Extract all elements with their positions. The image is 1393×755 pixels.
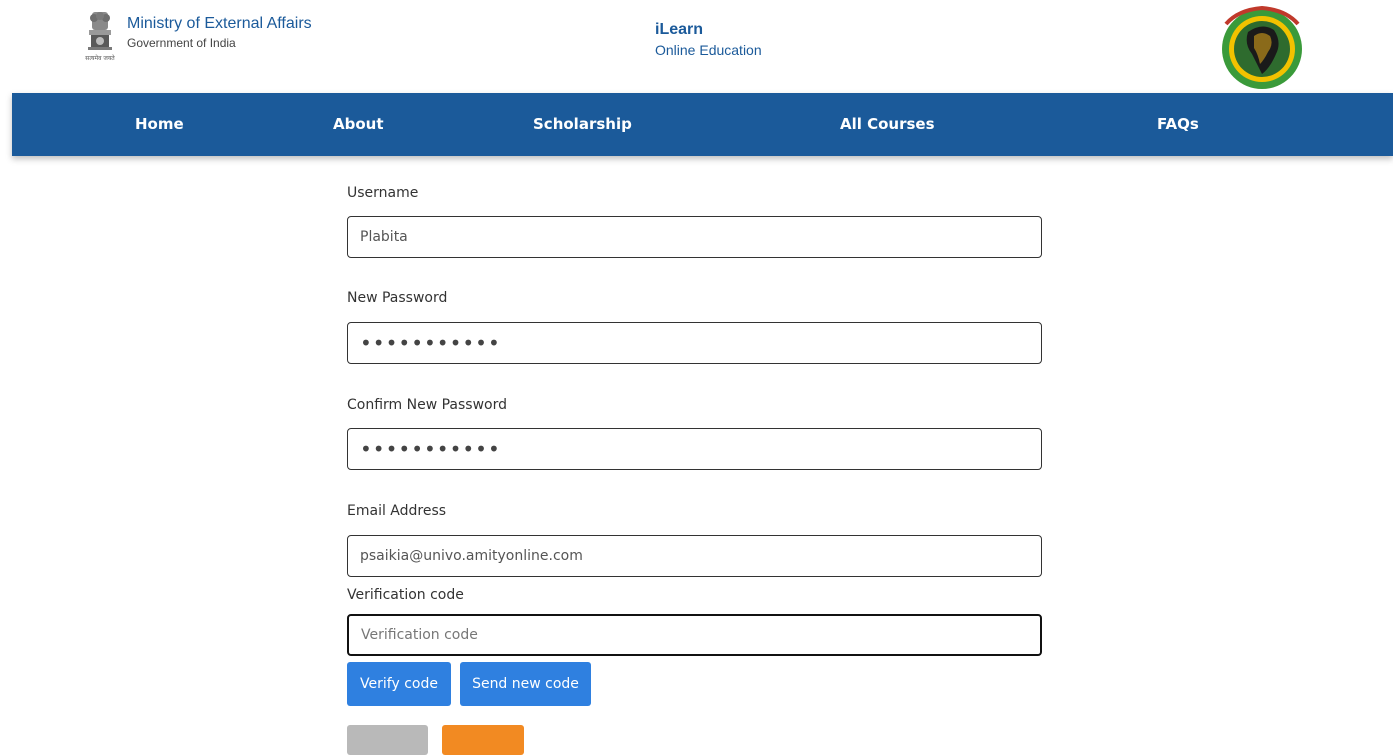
email-label: Email Address xyxy=(347,503,447,519)
emblem-caption: सत्यमेव जयते xyxy=(85,54,115,62)
new-password-label: New Password xyxy=(347,290,448,306)
site-title[interactable]: iLearn xyxy=(655,21,703,39)
site-header: सत्यमेव जयते Ministry of External Affair… xyxy=(0,0,1393,93)
username-input[interactable] xyxy=(347,216,1042,258)
main-navbar: Home About Scholarship All Courses FAQs xyxy=(12,93,1393,156)
confirm-password-input[interactable] xyxy=(347,428,1042,470)
verification-code-input[interactable] xyxy=(347,614,1042,656)
brand-subtitle: Government of India xyxy=(127,36,236,50)
new-password-input[interactable] xyxy=(347,322,1042,364)
nav-faqs[interactable]: FAQs xyxy=(1157,115,1199,133)
send-new-code-button[interactable]: Send new code xyxy=(460,662,591,706)
site-subtitle: Online Education xyxy=(655,42,762,58)
username-label: Username xyxy=(347,185,419,201)
nav-all-courses[interactable]: All Courses xyxy=(840,115,935,133)
verification-code-label: Verification code xyxy=(347,587,464,603)
submit-button[interactable] xyxy=(442,725,524,755)
nav-about[interactable]: About xyxy=(333,115,384,133)
cancel-button[interactable] xyxy=(347,725,428,755)
email-input[interactable] xyxy=(347,535,1042,577)
nav-home[interactable]: Home xyxy=(135,115,184,133)
partner-logo-icon xyxy=(1222,5,1302,89)
confirm-password-label: Confirm New Password xyxy=(347,397,508,413)
nav-scholarship[interactable]: Scholarship xyxy=(533,115,632,133)
verify-code-button[interactable]: Verify code xyxy=(347,662,451,706)
national-emblem-icon: सत्यमेव जयते xyxy=(85,12,115,62)
brand-title[interactable]: Ministry of External Affairs xyxy=(127,15,312,33)
